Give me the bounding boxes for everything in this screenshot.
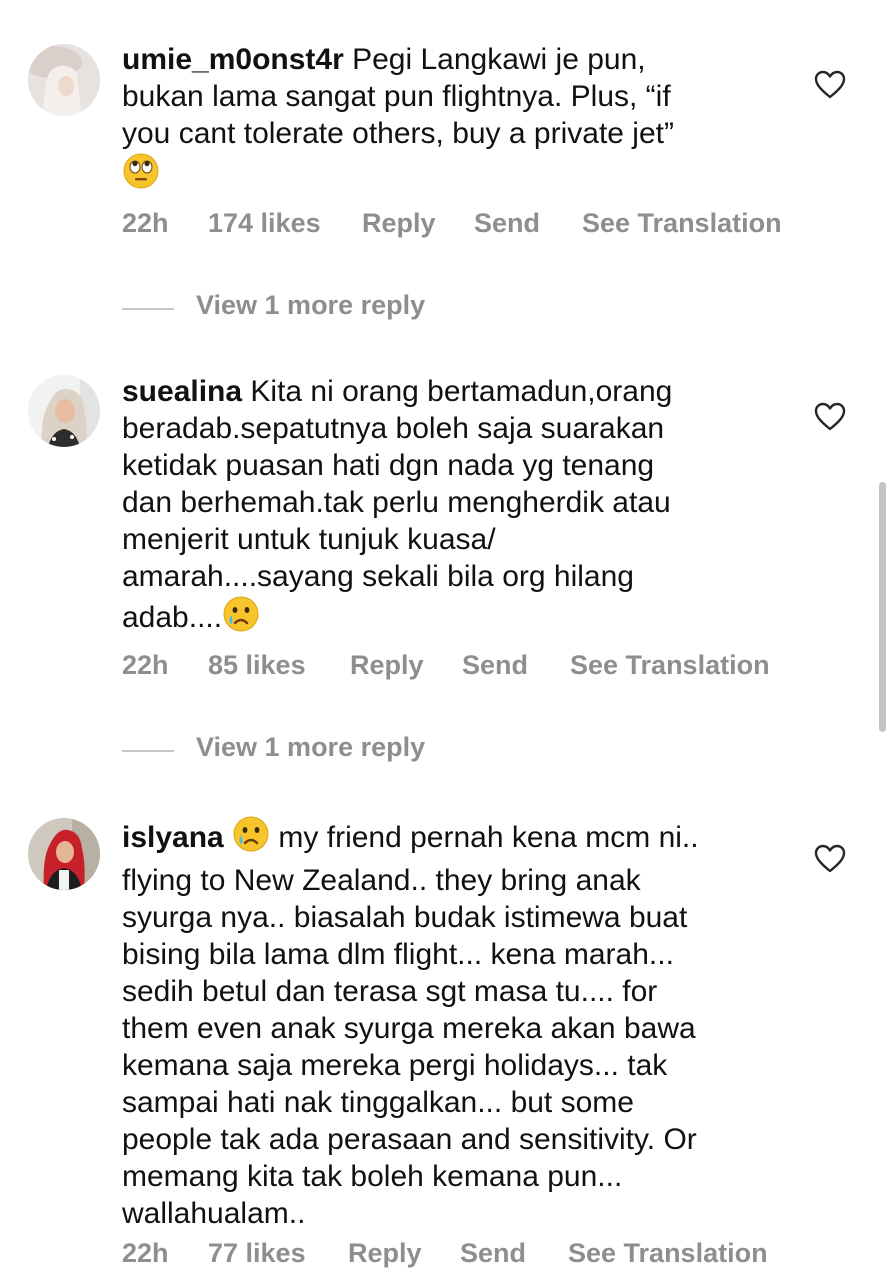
reply-button[interactable]: Reply <box>348 1238 422 1269</box>
see-translation-button[interactable]: See Translation <box>568 1238 768 1269</box>
heart-outline-icon[interactable] <box>814 70 846 100</box>
avatar[interactable] <box>28 818 100 890</box>
avatar[interactable] <box>28 44 100 116</box>
likes-count[interactable]: 77 likes <box>208 1238 306 1269</box>
scrollbar[interactable] <box>879 482 886 732</box>
comment-username[interactable]: suealina <box>122 375 242 408</box>
comment-body: suealina Kita ni orang bertamadun,orang … <box>122 373 792 642</box>
replies-divider <box>122 308 174 310</box>
comment-username[interactable]: umie_m0onst4r <box>122 43 344 76</box>
reply-button[interactable]: Reply <box>362 208 436 239</box>
likes-count[interactable]: 174 likes <box>208 208 321 239</box>
reply-button[interactable]: Reply <box>350 650 424 681</box>
crying-face-icon <box>232 815 270 862</box>
send-button[interactable]: Send <box>474 208 540 239</box>
comment-username[interactable]: islyana <box>122 821 224 854</box>
heart-outline-icon[interactable] <box>814 402 846 432</box>
comment-body: islyana my friend pernah kena mcm ni.. f… <box>122 815 792 1232</box>
comment-time: 22h <box>122 208 169 238</box>
avatar[interactable] <box>28 375 100 447</box>
see-translation-button[interactable]: See Translation <box>582 208 782 239</box>
comment-body: umie_m0onst4r Pegi Langkawi je pun, buka… <box>122 41 792 199</box>
view-more-replies-label[interactable]: View 1 more reply <box>196 290 425 321</box>
send-button[interactable]: Send <box>462 650 528 681</box>
likes-count[interactable]: 85 likes <box>208 650 306 681</box>
comment-time: 22h <box>122 1238 169 1268</box>
comment-time: 22h <box>122 650 169 680</box>
face-with-rolling-eyes-icon <box>122 152 160 199</box>
replies-divider <box>122 750 174 752</box>
comment-text: my friend pernah kena mcm ni.. flying to… <box>122 821 699 1230</box>
heart-outline-icon[interactable] <box>814 844 846 874</box>
view-more-replies-label[interactable]: View 1 more reply <box>196 732 425 763</box>
comment-text: Kita ni orang bertamadun,orang beradab.s… <box>122 375 673 634</box>
crying-face-icon <box>222 595 260 642</box>
see-translation-button[interactable]: See Translation <box>570 650 770 681</box>
send-button[interactable]: Send <box>460 1238 526 1269</box>
